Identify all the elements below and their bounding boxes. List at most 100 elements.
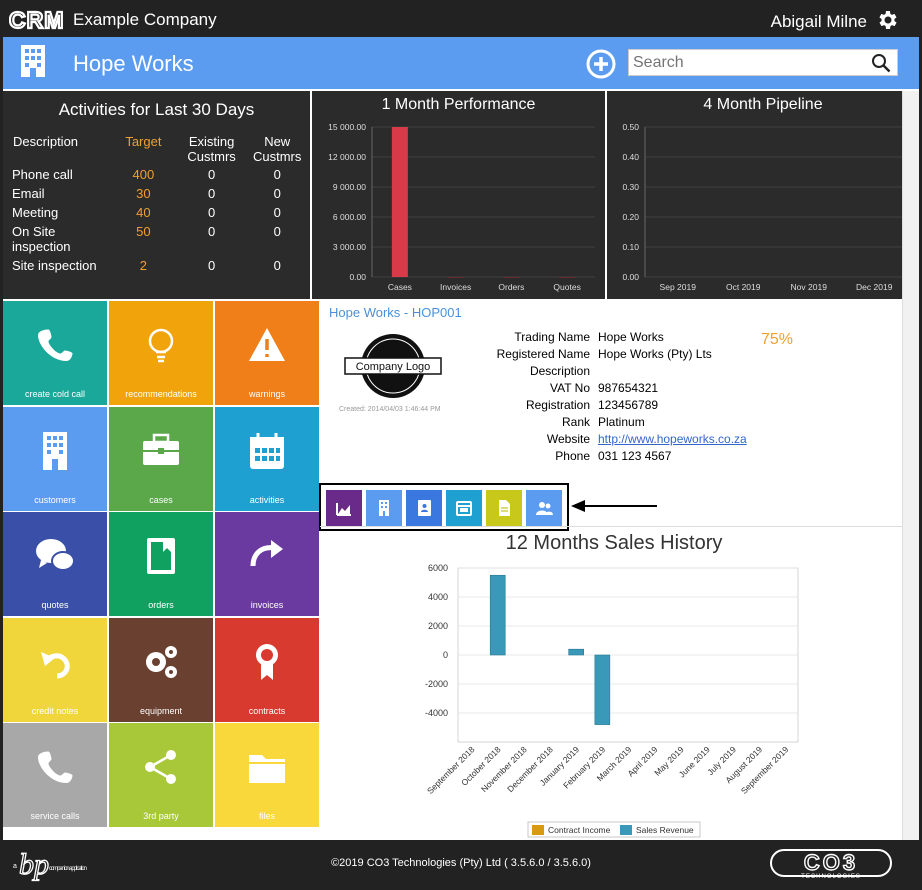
phone-icon: [3, 325, 107, 370]
activities-table: Description Target Existing Custmrs New …: [9, 133, 310, 275]
tile-label: warnings: [248, 389, 286, 399]
tile-label: credit notes: [31, 705, 79, 716]
y-tick-label: 2000: [428, 621, 448, 631]
legend-label: Sales Revenue: [636, 825, 694, 835]
crm-logo: CRM: [9, 7, 64, 31]
x-tick-label: December 2018: [505, 744, 555, 794]
activity-row: Site inspection 2 0 0: [9, 256, 310, 275]
detail-row: Description: [470, 364, 747, 381]
detail-label: Rank: [561, 415, 590, 429]
activity-existing: 0: [208, 258, 216, 273]
sales-revenue-bar: [489, 574, 506, 656]
calendar-icon[interactable]: [446, 490, 482, 526]
x-tick-label: Nov 2019: [791, 282, 828, 292]
x-tick-label: November 2018: [479, 744, 529, 794]
chart-icon[interactable]: [326, 490, 362, 526]
detail-row: Phone 031 123 4567: [470, 449, 747, 466]
co3-logo: CO3 TECHNOLOGIES: [770, 849, 892, 880]
tile-create-cold-call[interactable]: create cold call: [3, 301, 107, 405]
legend-label: Contract Income: [548, 825, 611, 835]
company-code: Hope Works - HOP001: [329, 305, 462, 320]
pipeline-chart: 0.00 0.10 0.20 0.30 0.40 0.50 Sep 2019 Oct 2019…: [622, 122, 907, 292]
tile-label: orders: [148, 600, 174, 610]
building-icon[interactable]: [366, 490, 402, 526]
activity-existing: 0: [208, 167, 216, 182]
tile-activities[interactable]: activities: [215, 406, 319, 511]
people-icon[interactable]: [526, 490, 562, 526]
footer: a bp companion application ©2019 CO3 Tec…: [3, 840, 919, 887]
tile-3rd-party[interactable]: 3rd party: [109, 723, 213, 827]
activity-description: Email: [12, 186, 45, 201]
scrollbar[interactable]: [902, 91, 919, 840]
tile-equipment[interactable]: equipment: [109, 617, 213, 722]
sales-history-chart: 6000400020000-2000-4000September 2018Oct…: [425, 563, 799, 838]
company-details: Trading Name Hope Works Registered Name Hop…: [470, 330, 747, 466]
x-tick-label: September 2019: [739, 744, 791, 796]
y-tick-label: 0.30: [622, 182, 639, 192]
folder-icon: [215, 747, 319, 792]
pipeline-panel: 4 Month Pipeline 0.00 0.10 0.20 0.30 0.40 0.5…: [607, 91, 919, 299]
tile-customers[interactable]: customers: [3, 406, 107, 511]
tile-service-calls[interactable]: service calls: [3, 723, 107, 827]
tile-credit-notes[interactable]: credit notes: [3, 617, 107, 722]
tile-invoices[interactable]: invoices: [215, 512, 319, 616]
svg-text:CO3: CO3: [804, 850, 858, 875]
contacts-book-icon[interactable]: [406, 490, 442, 526]
col-target: Target: [125, 134, 162, 149]
bar: [447, 277, 464, 278]
plus-circle-icon[interactable]: [586, 49, 616, 84]
user-name[interactable]: Abigail Milne: [771, 12, 867, 32]
svg-text:CRM: CRM: [9, 7, 64, 31]
detail-row: Registration 123456789: [470, 398, 747, 415]
x-tick-label: Orders: [498, 282, 524, 292]
document-icon[interactable]: [486, 490, 522, 526]
top-bar: CRM Example Company Abigail Milne: [3, 3, 919, 37]
gear-icon[interactable]: [875, 8, 899, 37]
y-tick-label: -2000: [425, 679, 448, 689]
search-input[interactable]: [629, 50, 859, 75]
legend-swatch: [532, 825, 544, 835]
svg-text:Company Logo: Company Logo: [356, 361, 431, 373]
search-icon[interactable]: [871, 53, 891, 78]
tile-label: recommendations: [125, 389, 197, 399]
detail-value: 031 123 4567: [598, 449, 672, 463]
detail-row: Rank Platinum: [470, 415, 747, 432]
tile-quotes[interactable]: quotes: [3, 512, 107, 616]
company-name: Example Company: [73, 10, 217, 29]
y-tick-label: 0: [443, 650, 448, 660]
detail-value: http://www.hopeworks.co.za: [598, 432, 747, 449]
y-tick-label: 4000: [428, 592, 448, 602]
activity-description: On Site inspection: [12, 224, 71, 254]
sales-history-title: 12 Months Sales History: [505, 532, 723, 554]
website-link[interactable]: http://www.hopeworks.co.za: [598, 432, 747, 446]
gears-icon: [109, 642, 213, 687]
lightbulb-icon: [109, 325, 213, 370]
tile-orders[interactable]: orders: [109, 512, 213, 616]
bar: [503, 277, 520, 278]
tile-contracts[interactable]: contracts: [215, 617, 319, 722]
detail-value: Hope Works: [598, 330, 664, 344]
bar: [391, 127, 408, 277]
detail-label: Trading Name: [514, 330, 590, 344]
y-tick-label: 0.50: [622, 122, 639, 132]
building-icon: [3, 431, 107, 476]
x-tick-label: Quotes: [553, 282, 580, 292]
detail-value: Platinum: [598, 415, 645, 429]
detail-value: Hope Works (Pty) Lts: [598, 347, 712, 361]
tile-label: files: [258, 811, 275, 821]
detail-label: Phone: [555, 449, 590, 463]
tile-cases[interactable]: cases: [109, 406, 213, 511]
y-tick-label: 0.20: [622, 212, 639, 222]
y-tick-label: 6000: [428, 563, 448, 573]
detail-value: 987654321: [598, 381, 659, 395]
activity-target: 400: [132, 167, 155, 182]
legend-swatch: [620, 825, 632, 835]
performance-title: 1 Month Performance: [381, 96, 536, 113]
detail-label: Description: [529, 364, 590, 378]
activity-row: On Site inspection 50 0 0: [9, 222, 310, 256]
tile-files[interactable]: files: [215, 723, 319, 827]
tile-warnings[interactable]: warnings: [215, 301, 319, 405]
y-tick-label: 0.40: [622, 152, 639, 162]
tile-recommendations[interactable]: recommendations: [109, 301, 213, 405]
activity-existing: 0: [208, 186, 216, 201]
